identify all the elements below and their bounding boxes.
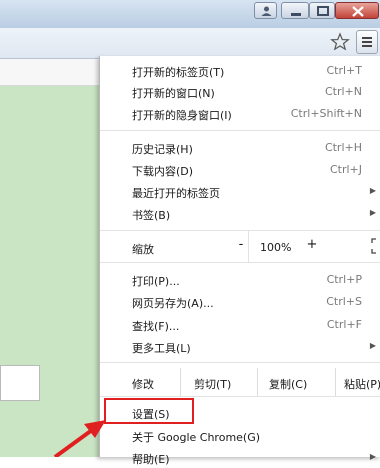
user-icon bbox=[261, 6, 272, 16]
menu-item-save-as[interactable]: 网页另存为(A)... Ctrl+S bbox=[100, 292, 380, 312]
menu-item-shortcut: Ctrl+Shift+N bbox=[290, 107, 362, 120]
menu-item-shortcut: Ctrl+S bbox=[326, 295, 362, 308]
zoom-in-button[interactable]: + bbox=[305, 237, 319, 252]
menu-item-label: 历史记录(H) bbox=[132, 143, 193, 156]
menu-item-new-tab[interactable]: 打开新的标签页(T) Ctrl+T bbox=[100, 61, 380, 81]
menu-item-shortcut: Ctrl+N bbox=[324, 85, 362, 98]
zoom-level-value: 100% bbox=[260, 241, 292, 254]
maximize-button[interactable] bbox=[309, 2, 335, 19]
menu-item-history[interactable]: 历史记录(H) Ctrl+H bbox=[100, 138, 380, 158]
menu-item-shortcut: Ctrl+H bbox=[324, 141, 362, 154]
menu-item-shortcut: Ctrl+J bbox=[329, 163, 362, 176]
close-icon bbox=[352, 6, 364, 17]
menu-item-label: 打印(P)... bbox=[132, 275, 180, 288]
menu-item-label: 书签(B) bbox=[132, 209, 171, 222]
menu-item-print[interactable]: 打印(P)... Ctrl+P bbox=[100, 270, 380, 290]
minimize-icon bbox=[291, 13, 301, 16]
menu-separator bbox=[100, 396, 380, 397]
menu-item-label: 查找(F)... bbox=[132, 320, 180, 333]
red-pointer-arrow-icon bbox=[53, 420, 106, 457]
maximize-icon bbox=[317, 6, 329, 16]
menu-item-label: 帮助(E) bbox=[132, 453, 170, 466]
close-button[interactable] bbox=[335, 2, 379, 19]
submenu-arrow-icon: ▶ bbox=[369, 186, 376, 195]
zoom-out-button[interactable]: - bbox=[234, 237, 248, 252]
menu-item-more-tools[interactable]: 更多工具(L) ▶ bbox=[100, 337, 380, 357]
menu-separator bbox=[100, 130, 380, 131]
chrome-menu-button[interactable] bbox=[356, 30, 378, 54]
menu-item-label: 打开新的标签页(T) bbox=[132, 66, 225, 79]
hamburger-menu-icon bbox=[362, 37, 372, 47]
menu-item-label: 网页另存为(A)... bbox=[132, 297, 214, 310]
fullscreen-icon[interactable] bbox=[371, 238, 380, 254]
menu-item-label: 打开新的隐身窗口(I) bbox=[132, 109, 232, 122]
edit-label: 修改 bbox=[132, 378, 154, 391]
paste-label: 粘贴(P) bbox=[344, 378, 380, 391]
chrome-dropdown-menu: 打开新的标签页(T) Ctrl+T 打开新的窗口(N) Ctrl+N 打开新的隐… bbox=[99, 56, 380, 466]
menu-item-label: 下载内容(D) bbox=[132, 165, 194, 178]
menu-item-new-window[interactable]: 打开新的窗口(N) Ctrl+N bbox=[100, 82, 380, 102]
submenu-arrow-icon: ▶ bbox=[369, 208, 376, 217]
menu-item-downloads[interactable]: 下载内容(D) Ctrl+J bbox=[100, 160, 380, 180]
menu-item-about[interactable]: 关于 Google Chrome(G) bbox=[100, 426, 380, 446]
menu-item-help[interactable]: 帮助(E) ▶ bbox=[100, 448, 380, 468]
submenu-arrow-icon: ▶ bbox=[369, 341, 376, 350]
paste-button[interactable]: 粘贴(P) bbox=[336, 368, 380, 396]
menu-separator bbox=[100, 262, 380, 263]
menu-item-label: 最近打开的标签页 bbox=[132, 187, 220, 200]
menu-item-shortcut: Ctrl+F bbox=[326, 318, 362, 331]
copy-button[interactable]: 复制(C) bbox=[258, 368, 335, 396]
menu-item-shortcut: Ctrl+T bbox=[326, 64, 362, 77]
cut-button[interactable]: 剪切(T) bbox=[181, 368, 257, 396]
bookmark-star-icon[interactable] bbox=[330, 32, 350, 52]
menu-item-find[interactable]: 查找(F)... Ctrl+F bbox=[100, 315, 380, 335]
menu-separator bbox=[100, 230, 380, 231]
menu-item-shortcut: Ctrl+P bbox=[326, 273, 362, 286]
minimize-button[interactable] bbox=[281, 2, 309, 19]
copy-label: 复制(C) bbox=[269, 378, 308, 391]
zoom-label: 缩放 bbox=[132, 243, 154, 256]
menu-item-label: 打开新的窗口(N) bbox=[132, 87, 215, 100]
menu-item-bookmarks[interactable]: 书签(B) ▶ bbox=[100, 204, 380, 224]
menu-item-label: 关于 Google Chrome(G) bbox=[132, 431, 261, 444]
menu-separator bbox=[100, 362, 380, 363]
zoom-divider bbox=[248, 230, 249, 262]
user-profile-button[interactable] bbox=[254, 2, 277, 19]
menu-item-label: 更多工具(L) bbox=[132, 342, 191, 355]
cut-label: 剪切(T) bbox=[194, 378, 232, 391]
menu-item-recent-tabs[interactable]: 最近打开的标签页 ▶ bbox=[100, 182, 380, 202]
menu-item-incognito[interactable]: 打开新的隐身窗口(I) Ctrl+Shift+N bbox=[100, 104, 380, 124]
